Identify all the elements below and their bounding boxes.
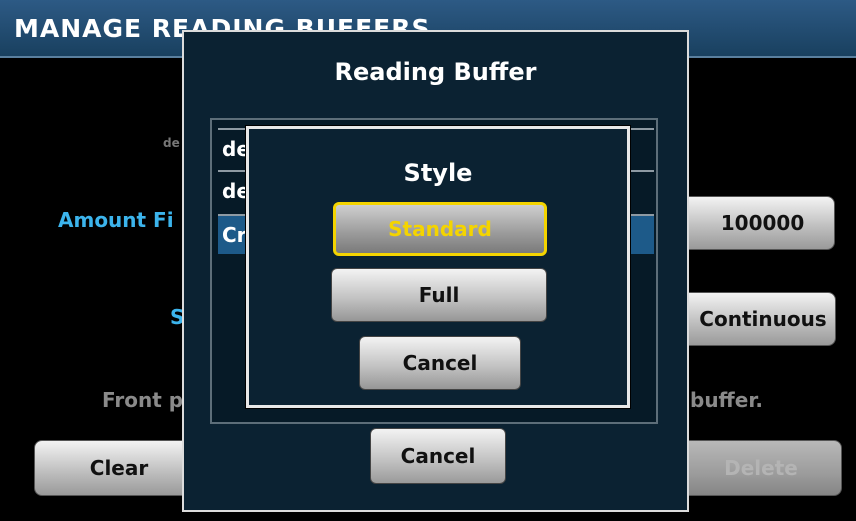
style-cancel-button[interactable]: Cancel: [359, 336, 521, 390]
style-dialog: Style Standard Full Cancel: [246, 126, 630, 408]
style-dialog-title: Style: [403, 159, 473, 187]
background-small-label: de: [163, 136, 180, 150]
buffer-text: buffer.: [690, 388, 763, 412]
reading-buffer-cancel-button[interactable]: Cancel: [370, 428, 506, 484]
instrument-screen: MANAGE READING BUFFERS de Amount Fi 1000…: [0, 0, 856, 521]
full-option-button[interactable]: Full: [331, 268, 547, 322]
front-panel-text: Front p: [102, 388, 184, 412]
standard-option-button[interactable]: Standard: [333, 202, 547, 256]
clear-button[interactable]: Clear: [34, 440, 204, 496]
amount-field-label: Amount Fi: [58, 208, 174, 232]
reading-buffer-title: Reading Buffer: [334, 58, 537, 86]
